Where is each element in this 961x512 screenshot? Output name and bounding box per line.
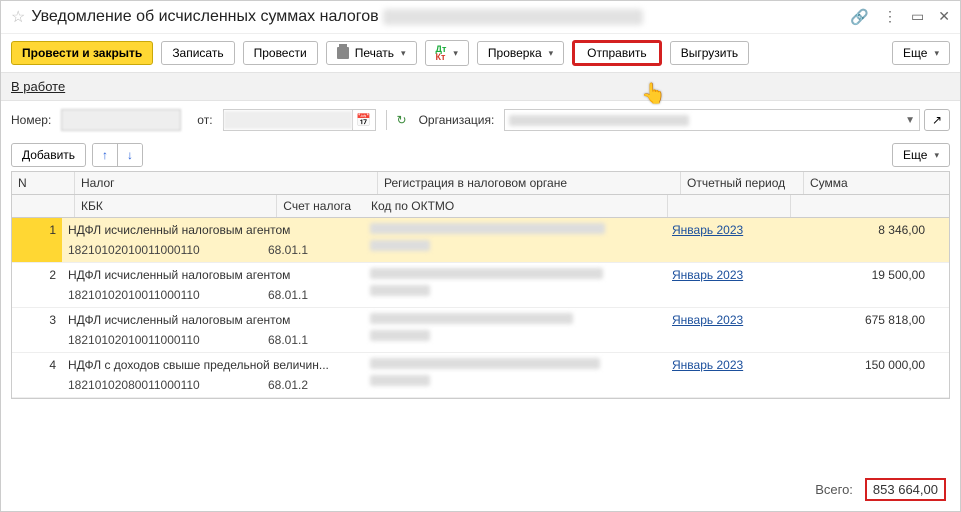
account-value: 68.01.1 xyxy=(268,333,348,347)
dt-kt-button[interactable]: ДтКт xyxy=(425,40,469,66)
title-redacted xyxy=(383,9,643,25)
post-and-close-button[interactable]: Провести и закрыть xyxy=(11,41,153,65)
col-period: Отчетный период xyxy=(681,172,804,194)
period-link[interactable]: Январь 2023 xyxy=(672,223,743,237)
org-open-button[interactable]: ↗ xyxy=(924,109,950,131)
sum-value: 8 346,00 xyxy=(788,218,949,262)
grid-header-row-1: N Налог Регистрация в налоговом органе О… xyxy=(12,172,949,195)
organization-select[interactable]: ▼ xyxy=(504,109,920,131)
sum-value: 675 818,00 xyxy=(788,308,949,352)
table-row[interactable]: 4 НДФЛ с доходов свыше предельной величин… xyxy=(12,353,949,398)
org-value-redacted xyxy=(509,115,689,126)
registration-redacted xyxy=(370,223,605,234)
registration-redacted xyxy=(370,358,600,369)
row-number: 1 xyxy=(12,218,62,262)
window-restore-icon[interactable]: ▭ xyxy=(911,8,924,26)
printer-icon xyxy=(337,47,349,59)
move-down-button[interactable]: ↓ xyxy=(118,144,142,166)
oktmo-redacted xyxy=(370,375,430,386)
period-link[interactable]: Январь 2023 xyxy=(672,268,743,282)
registration-redacted xyxy=(370,313,573,324)
kbk-value: 18210102010011000110 xyxy=(68,243,268,257)
row-number: 4 xyxy=(12,353,62,397)
registration-redacted xyxy=(370,268,603,279)
data-grid: N Налог Регистрация в налоговом органе О… xyxy=(11,171,950,399)
refresh-icon[interactable]: ↻ xyxy=(397,113,407,127)
save-button[interactable]: Записать xyxy=(161,41,234,65)
date-label: от: xyxy=(197,113,212,127)
kbk-value: 18210102010011000110 xyxy=(68,288,268,302)
print-button[interactable]: Печать xyxy=(326,41,417,65)
oktmo-redacted xyxy=(370,240,430,251)
oktmo-redacted xyxy=(370,285,430,296)
close-icon[interactable]: ✕ xyxy=(938,8,950,26)
chevron-down-icon: ▼ xyxy=(905,115,915,126)
tax-name: НДФЛ исчисленный налоговым агентом xyxy=(68,268,358,282)
status-link[interactable]: В работе xyxy=(11,79,65,94)
window-title: Уведомление об исчисленных суммах налого… xyxy=(31,8,378,26)
grid-header-row-2: КБК Счет налога Код по ОКТМО xyxy=(12,195,949,218)
oktmo-redacted xyxy=(370,330,430,341)
kbk-value: 18210102010011000110 xyxy=(68,333,268,347)
col-tax: Налог xyxy=(75,172,378,194)
sum-value: 19 500,00 xyxy=(788,263,949,307)
date-input-group[interactable]: 📅 xyxy=(223,109,376,131)
col-acct: Счет налога xyxy=(277,195,365,217)
number-input[interactable] xyxy=(61,109,181,131)
tax-name: НДФЛ исчисленный налоговым агентом xyxy=(68,223,358,237)
tax-name: НДФЛ исчисленный налоговым агентом xyxy=(68,313,358,327)
move-up-button[interactable]: ↑ xyxy=(93,144,118,166)
account-value: 68.01.1 xyxy=(268,243,348,257)
col-kbk: КБК xyxy=(75,195,277,217)
send-button[interactable]: Отправить xyxy=(572,40,662,66)
account-value: 68.01.1 xyxy=(268,288,348,302)
tax-name: НДФЛ с доходов свыше предельной величин.… xyxy=(68,358,358,372)
link-icon[interactable]: 🔗 xyxy=(850,8,869,26)
row-number: 2 xyxy=(12,263,62,307)
check-button[interactable]: Проверка xyxy=(477,41,564,65)
period-link[interactable]: Январь 2023 xyxy=(672,358,743,372)
table-more-button[interactable]: Еще xyxy=(892,143,950,167)
total-value: 853 664,00 xyxy=(865,478,946,501)
total-label: Всего: xyxy=(815,482,853,497)
move-row-buttons: ↑ ↓ xyxy=(92,143,143,167)
number-label: Номер: xyxy=(11,113,51,127)
sum-value: 150 000,00 xyxy=(788,353,949,397)
col-oktmo: Код по ОКТМО xyxy=(365,195,668,217)
table-row[interactable]: 3 НДФЛ исчисленный налоговым агентом 18210… xyxy=(12,308,949,353)
dt-kt-icon: ДтКт xyxy=(436,45,447,61)
col-n: N xyxy=(12,172,75,194)
kbk-value: 18210102080011000110 xyxy=(68,378,268,392)
table-row[interactable]: 1 НДФЛ исчисленный налоговым агентом 18210… xyxy=(12,218,949,263)
col-reg: Регистрация в налоговом органе xyxy=(378,172,681,194)
kebab-menu-icon[interactable]: ⋮ xyxy=(883,8,897,26)
more-button[interactable]: Еще xyxy=(892,41,950,65)
post-button[interactable]: Провести xyxy=(243,41,318,65)
row-number: 3 xyxy=(12,308,62,352)
date-input[interactable] xyxy=(224,111,352,129)
org-label: Организация: xyxy=(419,113,495,127)
add-row-button[interactable]: Добавить xyxy=(11,143,86,167)
calendar-icon[interactable]: 📅 xyxy=(352,110,375,130)
export-button[interactable]: Выгрузить xyxy=(670,41,750,65)
favorite-star-icon[interactable]: ☆ xyxy=(11,7,25,27)
col-sum: Сумма xyxy=(804,172,949,194)
period-link[interactable]: Январь 2023 xyxy=(672,313,743,327)
account-value: 68.01.2 xyxy=(268,378,348,392)
table-row[interactable]: 2 НДФЛ исчисленный налоговым агентом 18210… xyxy=(12,263,949,308)
